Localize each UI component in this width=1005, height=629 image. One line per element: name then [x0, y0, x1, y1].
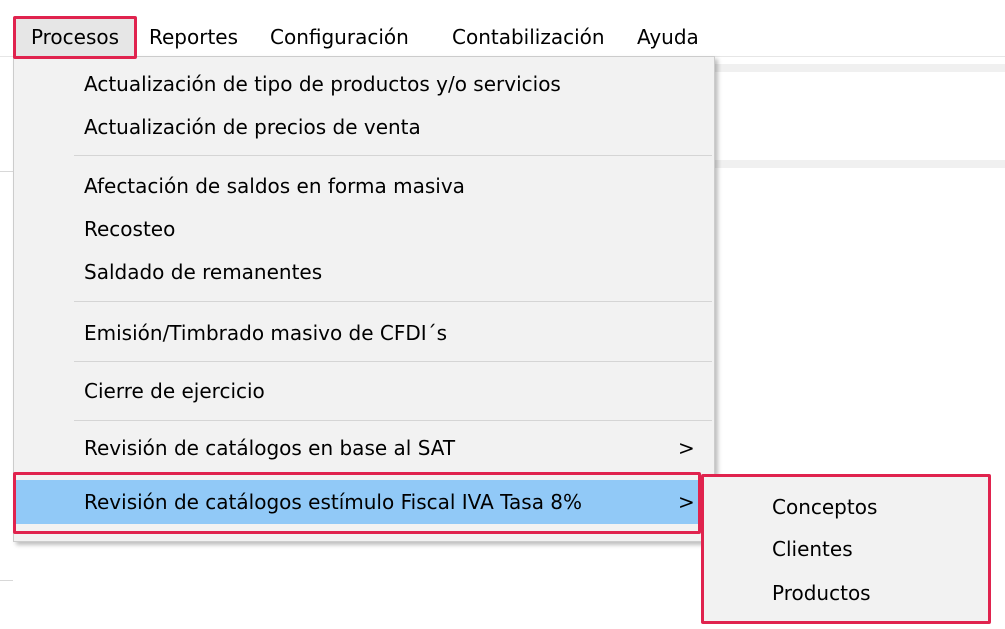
menu-contabilizacion[interactable]: Contabilización [452, 18, 605, 56]
estimulo-fiscal-submenu: Conceptos Clientes Productos [703, 476, 989, 622]
menu-configuracion[interactable]: Configuración [270, 18, 409, 56]
submenu-item-conceptos[interactable]: Conceptos [772, 488, 877, 526]
menu-item-label: Revisión de catálogos estímulo Fiscal IV… [84, 490, 583, 514]
chevron-right-icon: > [678, 436, 695, 460]
menu-item-revision-estimulo-fiscal[interactable]: Revisión de catálogos estímulo Fiscal IV… [14, 480, 714, 524]
chevron-right-icon: > [678, 490, 695, 514]
background-panel-band [700, 160, 1005, 168]
menu-item-label: Recosteo [84, 217, 176, 241]
menu-separator [74, 420, 712, 421]
menu-item-cierre-ejercicio[interactable]: Cierre de ejercicio [14, 370, 714, 412]
menu-item-recosteo[interactable]: Recosteo [14, 208, 714, 250]
menu-procesos[interactable]: Procesos [15, 18, 135, 56]
menu-item-revision-catalogos-sat[interactable]: Revisión de catálogos en base al SAT > [14, 427, 714, 469]
menu-item-emision-timbrado[interactable]: Emisión/Timbrado masivo de CFDI´s [14, 312, 714, 354]
menu-item-saldado-remanentes[interactable]: Saldado de remanentes [14, 251, 714, 293]
background-divider [0, 171, 13, 172]
background-divider [0, 580, 13, 581]
menu-item-label: Saldado de remanentes [84, 260, 323, 284]
menu-ayuda[interactable]: Ayuda [637, 18, 699, 56]
menu-separator [74, 155, 712, 156]
menu-item-actualizacion-tipo-productos[interactable]: Actualización de tipo de productos y/o s… [14, 63, 714, 105]
menu-item-actualizacion-precios[interactable]: Actualización de precios de venta [14, 106, 714, 148]
menu-item-label: Actualización de precios de venta [84, 115, 421, 139]
menu-bar: Procesos Reportes Configuración Contabil… [0, 18, 1005, 56]
procesos-dropdown: Actualización de tipo de productos y/o s… [13, 56, 715, 542]
menu-separator [74, 361, 712, 362]
submenu-item-clientes[interactable]: Clientes [772, 530, 853, 568]
menu-item-label: Afectación de saldos en forma masiva [84, 174, 465, 198]
submenu-item-productos[interactable]: Productos [772, 574, 871, 612]
menu-item-label: Emisión/Timbrado masivo de CFDI´s [84, 321, 448, 345]
menu-separator [74, 301, 712, 302]
menu-reportes[interactable]: Reportes [149, 18, 238, 56]
menu-item-label: Cierre de ejercicio [84, 379, 265, 403]
menu-item-label: Revisión de catálogos en base al SAT [84, 436, 456, 460]
menu-item-afectacion-saldos[interactable]: Afectación de saldos en forma masiva [14, 165, 714, 207]
background-toolbar-band [700, 64, 1005, 72]
menu-item-label: Actualización de tipo de productos y/o s… [84, 72, 561, 96]
